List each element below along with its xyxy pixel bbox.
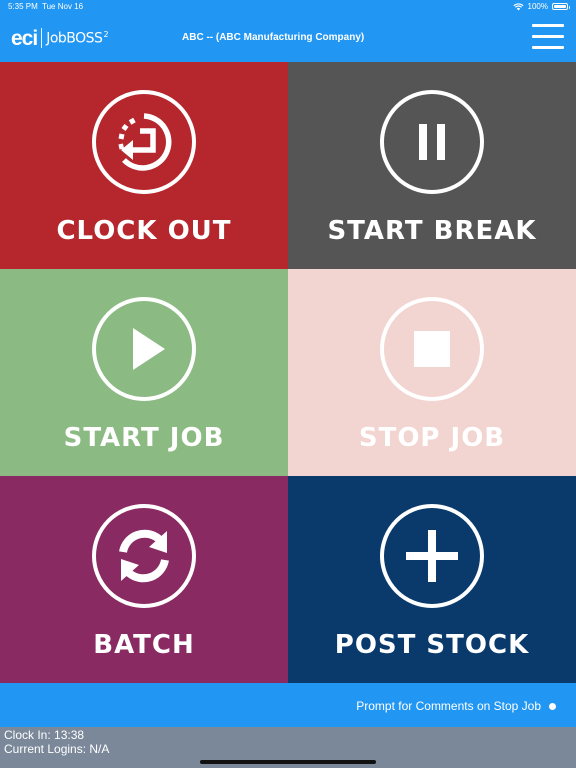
clock-in-text: Clock In: 13:38 — [4, 728, 85, 742]
post-stock-button[interactable]: POST STOCK — [288, 476, 576, 683]
plus-icon — [380, 504, 484, 608]
footer-bar: Prompt for Comments on Stop Job — [0, 685, 576, 727]
prompt-comments-label: Prompt for Comments on Stop Job — [356, 699, 541, 713]
logo-superscript: 2 — [103, 29, 109, 39]
play-icon — [92, 297, 196, 401]
app-header: eci JobBOSS2 ABC -- (ABC Manufacturing C… — [0, 14, 576, 62]
home-indicator[interactable] — [200, 760, 376, 764]
start-break-button[interactable]: START BREAK — [288, 62, 576, 269]
post-stock-label: POST STOCK — [334, 630, 530, 660]
battery-icon — [552, 3, 570, 10]
wifi-icon — [513, 2, 524, 10]
clock-out-button[interactable]: CLOCK OUT — [0, 62, 288, 269]
status-right: 100% — [513, 2, 570, 11]
start-break-label: START BREAK — [327, 216, 537, 246]
stop-job-label: STOP JOB — [358, 423, 506, 453]
refresh-icon — [92, 504, 196, 608]
battery-percent: 100% — [527, 2, 548, 11]
clock-out-icon — [92, 90, 196, 194]
logo-eci: eci — [11, 26, 38, 50]
clock-out-label: CLOCK OUT — [56, 216, 232, 246]
logo-product: JobBOSS2 — [46, 29, 109, 47]
current-logins-text: Current Logins: N/A — [4, 742, 110, 756]
stop-job-button[interactable]: STOP JOB — [288, 269, 576, 476]
logo-divider — [41, 28, 43, 48]
batch-button[interactable]: BATCH — [0, 476, 288, 683]
jobboss-logo: eci JobBOSS2 — [11, 26, 108, 50]
dot-indicator-icon — [549, 702, 556, 710]
stop-icon — [380, 297, 484, 401]
status-bar: 5:35 PM Tue Nov 16 100% — [0, 0, 576, 14]
start-job-button[interactable]: START JOB — [0, 269, 288, 476]
status-date: Tue Nov 16 — [42, 2, 84, 11]
company-name: ABC -- (ABC Manufacturing Company) — [182, 32, 365, 43]
prompt-comments-toggle[interactable]: Prompt for Comments on Stop Job — [356, 699, 556, 713]
pause-icon — [380, 90, 484, 194]
hamburger-menu-icon[interactable] — [532, 24, 564, 50]
logo-product-name: JobBOSS — [46, 30, 103, 47]
status-time: 5:35 PM — [8, 2, 38, 11]
batch-label: BATCH — [93, 630, 195, 660]
start-job-label: START JOB — [63, 423, 225, 453]
action-grid: CLOCK OUT START BREAK START JOB STOP JOB — [0, 62, 576, 684]
